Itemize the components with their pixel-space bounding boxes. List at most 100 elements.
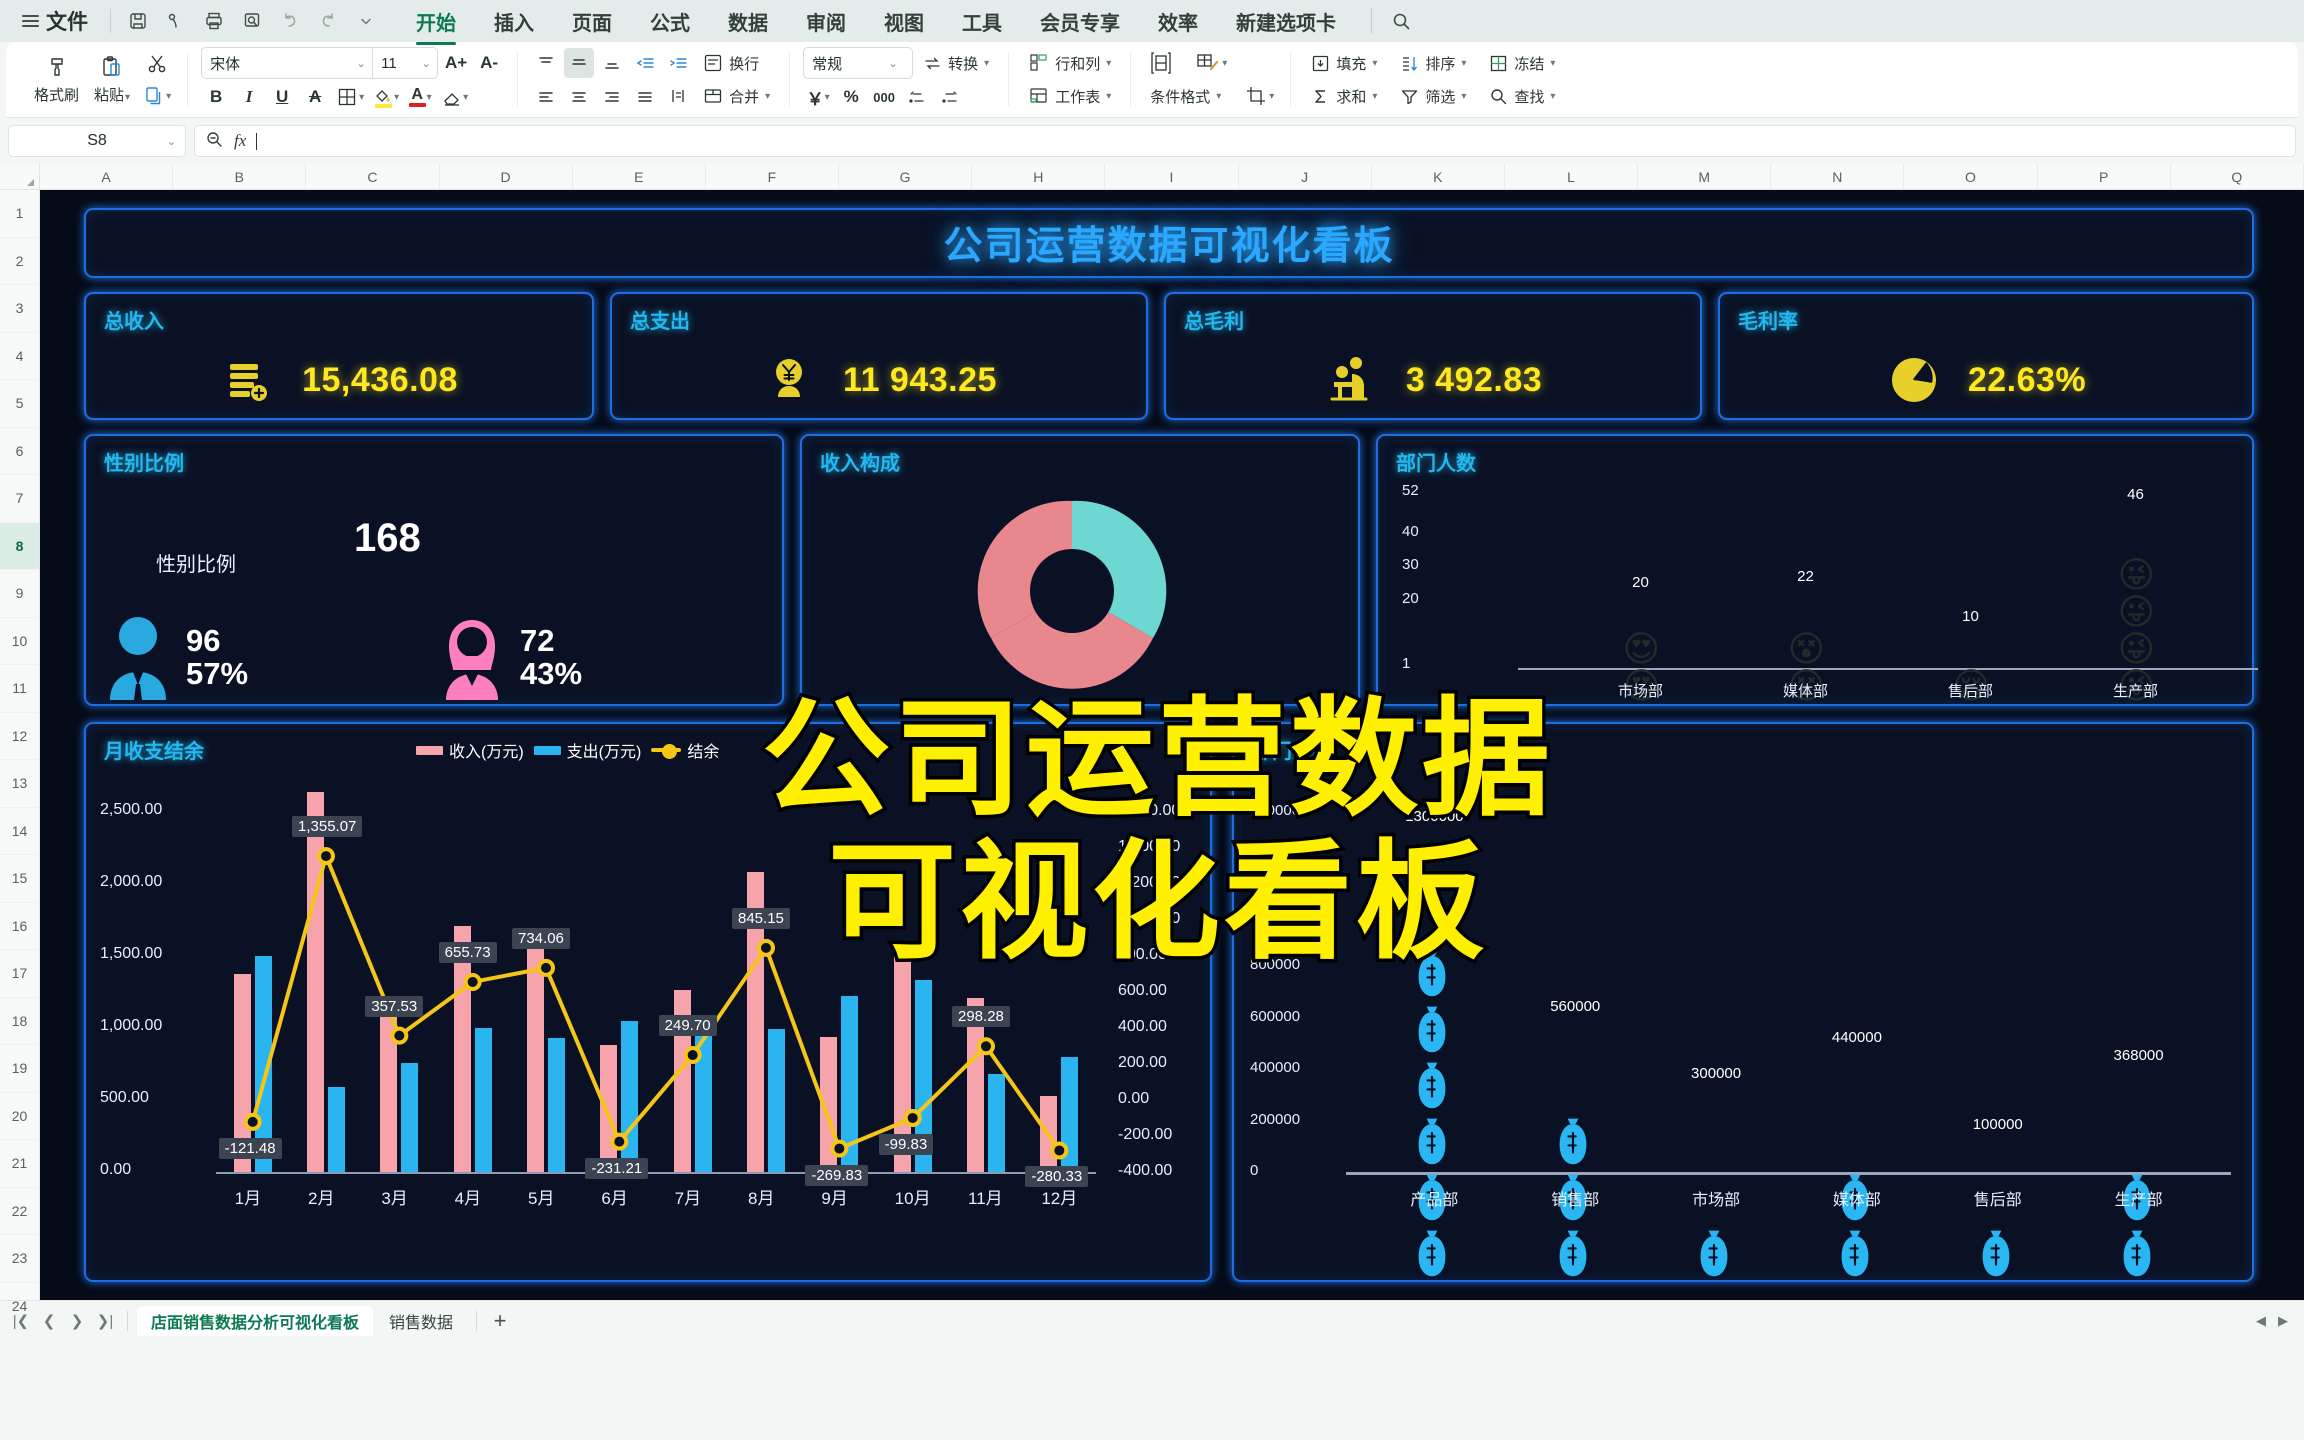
zoom-out-icon[interactable]: [205, 130, 224, 152]
table-style-icon[interactable]: ▾: [1192, 48, 1230, 78]
row-header-13[interactable]: 13: [0, 760, 39, 808]
name-box[interactable]: S8 ⌄: [8, 125, 186, 157]
tab-member[interactable]: 会员专享: [1021, 0, 1139, 44]
cell-style-icon[interactable]: [1144, 48, 1178, 78]
tab-efficiency[interactable]: 效率: [1139, 0, 1217, 44]
freeze-button[interactable]: 冻结 ▾: [1482, 48, 1561, 78]
fill-color-icon[interactable]: ▾: [370, 82, 402, 112]
tab-view[interactable]: 视图: [865, 0, 943, 44]
column-header-B[interactable]: B: [173, 164, 307, 189]
chevron-down-icon[interactable]: ⌄: [167, 135, 176, 148]
row-header-22[interactable]: 22: [0, 1188, 39, 1235]
scroll-right-icon[interactable]: ▶: [2278, 1313, 2288, 1329]
select-all-corner[interactable]: [0, 164, 40, 189]
wrap-text-button[interactable]: 换行: [696, 48, 765, 78]
column-header-M[interactable]: M: [1638, 164, 1772, 189]
tab-insert[interactable]: 插入: [475, 0, 553, 44]
font-color-icon[interactable]: A ▾: [405, 82, 435, 112]
italic-button[interactable]: I: [234, 82, 264, 112]
tab-page[interactable]: 页面: [553, 0, 631, 44]
tab-formula[interactable]: 公式: [631, 0, 709, 44]
font-family-select[interactable]: 宋体 ⌄ 11 ⌄: [201, 47, 439, 79]
row-header-5[interactable]: 5: [0, 380, 39, 428]
format-painter-button[interactable]: 格式刷: [29, 51, 84, 108]
row-header-6[interactable]: 6: [0, 428, 39, 475]
column-header-N[interactable]: N: [1771, 164, 1905, 189]
align-right-icon[interactable]: [597, 81, 627, 111]
crop-icon[interactable]: ▾: [1241, 81, 1277, 111]
row-header-15[interactable]: 15: [0, 855, 39, 903]
redo-icon[interactable]: [311, 5, 345, 37]
percent-icon[interactable]: %: [836, 82, 866, 112]
row-header-11[interactable]: 11: [0, 665, 39, 713]
rows-columns-button[interactable]: 行和列 ▾: [1022, 48, 1117, 78]
scroll-left-icon[interactable]: ◀: [2256, 1313, 2266, 1329]
column-header-K[interactable]: K: [1372, 164, 1505, 189]
print-preview-icon[interactable]: [235, 5, 269, 37]
align-center-icon[interactable]: [564, 81, 594, 111]
column-header-O[interactable]: O: [1904, 164, 2038, 189]
chevron-down-icon[interactable]: ⌄: [415, 57, 437, 70]
share-icon[interactable]: [159, 5, 193, 37]
find-button[interactable]: 查找 ▾: [1482, 81, 1561, 111]
column-header-J[interactable]: J: [1239, 164, 1372, 189]
align-middle-icon[interactable]: [564, 48, 595, 78]
grow-font-button[interactable]: A+: [441, 48, 471, 78]
row-header-24[interactable]: 24: [0, 1283, 39, 1330]
justify-icon[interactable]: [630, 81, 660, 111]
copy-icon[interactable]: ▾: [140, 81, 174, 111]
fill-button[interactable]: 填充 ▾: [1304, 48, 1383, 78]
column-header-L[interactable]: L: [1505, 164, 1639, 189]
scissors-icon[interactable]: [140, 48, 174, 78]
file-menu-button[interactable]: 文件: [10, 6, 100, 36]
save-icon[interactable]: [121, 5, 155, 37]
increase-indent-icon[interactable]: [663, 48, 693, 78]
currency-icon[interactable]: ￥ ▾: [803, 82, 833, 112]
bold-button[interactable]: B: [201, 82, 231, 112]
next-sheet-icon[interactable]: ❯: [64, 1308, 90, 1334]
filter-button[interactable]: 筛选 ▾: [1393, 81, 1472, 111]
convert-button[interactable]: 转换 ▾: [916, 48, 995, 78]
column-header-E[interactable]: E: [573, 164, 706, 189]
comma-style-icon[interactable]: 000: [869, 82, 899, 112]
row-header-10[interactable]: 10: [0, 618, 39, 665]
row-header-18[interactable]: 18: [0, 998, 39, 1045]
row-header-20[interactable]: 20: [0, 1093, 39, 1140]
row-header-12[interactable]: 12: [0, 713, 39, 760]
column-header-C[interactable]: C: [306, 164, 440, 189]
row-header-9[interactable]: 9: [0, 570, 39, 618]
prev-sheet-icon[interactable]: ❮: [36, 1308, 62, 1334]
print-icon[interactable]: [197, 5, 231, 37]
row-header-8[interactable]: 8: [0, 522, 39, 570]
conditional-format-button[interactable]: 条件格式 ▾: [1144, 81, 1227, 111]
paste-button[interactable]: 粘贴▾: [89, 51, 135, 108]
chevron-down-icon[interactable]: ⌄: [350, 57, 372, 70]
sheet-tab-dashboard[interactable]: 店面销售数据分析可视化看板: [137, 1305, 374, 1336]
tab-review[interactable]: 审阅: [787, 0, 865, 44]
row-header-14[interactable]: 14: [0, 808, 39, 855]
align-left-icon[interactable]: [531, 81, 561, 111]
row-header-21[interactable]: 21: [0, 1140, 39, 1188]
merge-cells-button[interactable]: 合并 ▾: [696, 81, 776, 111]
column-header-A[interactable]: A: [40, 164, 174, 189]
column-header-D[interactable]: D: [440, 164, 573, 189]
row-header-3[interactable]: 3: [0, 285, 39, 333]
undo-icon[interactable]: [273, 5, 307, 37]
tab-tools[interactable]: 工具: [943, 0, 1021, 44]
row-header-7[interactable]: 7: [0, 475, 39, 523]
row-header-1[interactable]: 1: [0, 190, 39, 238]
shrink-font-button[interactable]: A-: [474, 48, 504, 78]
increase-decimal-icon[interactable]: [902, 82, 932, 112]
column-header-I[interactable]: I: [1105, 164, 1239, 189]
number-format-select[interactable]: 常规 ⌄: [803, 47, 914, 79]
add-sheet-button[interactable]: +: [486, 1307, 514, 1335]
row-header-19[interactable]: 19: [0, 1045, 39, 1093]
borders-icon[interactable]: ▾: [333, 82, 367, 112]
column-header-G[interactable]: G: [839, 164, 973, 189]
row-header-2[interactable]: 2: [0, 238, 39, 285]
underline-button[interactable]: U: [267, 82, 297, 112]
tab-start[interactable]: 开始: [397, 0, 475, 45]
row-header-17[interactable]: 17: [0, 950, 39, 998]
sum-button[interactable]: 求和 ▾: [1304, 81, 1383, 111]
align-top-icon[interactable]: [531, 48, 561, 78]
